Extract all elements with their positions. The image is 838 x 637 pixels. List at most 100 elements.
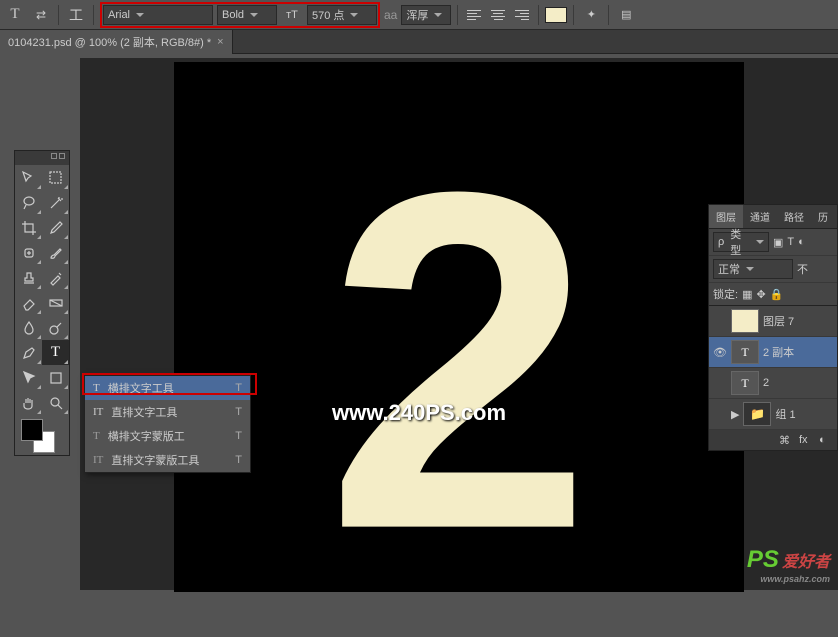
- stamp-tool[interactable]: [15, 265, 42, 290]
- flyout-vertical-type[interactable]: IT 直排文字工具 T: [85, 400, 250, 424]
- layer-name: 2: [763, 377, 769, 389]
- opacity-label: 不: [797, 261, 808, 277]
- flyout-item-label: 横排文字蒙版工: [108, 428, 185, 444]
- eyedropper-tool[interactable]: [42, 215, 69, 240]
- flyout-vertical-mask[interactable]: IT 直排文字蒙版工具 T: [85, 448, 250, 472]
- font-family-value: Arial: [108, 9, 130, 21]
- marquee-tool[interactable]: [42, 165, 69, 190]
- layer-name: 组 1: [775, 406, 795, 422]
- font-style-dropdown[interactable]: Bold: [217, 5, 277, 25]
- layer-thumb: 📁: [743, 402, 771, 426]
- path-select-tool[interactable]: [15, 365, 42, 390]
- visibility-toggle[interactable]: [713, 314, 727, 328]
- layers-footer: ⌘ fx ◐: [709, 430, 837, 450]
- warp-text-icon[interactable]: ✦: [580, 4, 602, 26]
- pen-tool[interactable]: [15, 340, 42, 365]
- tab-paths[interactable]: 路径: [777, 205, 811, 228]
- visibility-toggle[interactable]: 👁: [713, 345, 727, 359]
- text-tool-icon[interactable]: T: [4, 4, 26, 26]
- blend-mode-dropdown[interactable]: 正常: [713, 259, 793, 279]
- layer-kind-dropdown[interactable]: ρ类型: [713, 232, 769, 252]
- move-tool[interactable]: [15, 165, 42, 190]
- logo-ps: PS: [747, 546, 779, 573]
- layers-panel-tabs: 图层 通道 路径 历: [709, 205, 837, 229]
- site-logo: PS 爱好者 www.psahz.com: [747, 546, 830, 584]
- layer-filter-row: ρ类型 ▣ T ◐: [709, 229, 837, 256]
- layer-row[interactable]: 图层 7: [709, 306, 837, 337]
- antialias-dropdown[interactable]: 浑厚: [401, 5, 451, 25]
- gradient-tool[interactable]: [42, 290, 69, 315]
- layer-thumb: [731, 309, 759, 333]
- lasso-tool[interactable]: [15, 190, 42, 215]
- shape-tool[interactable]: [42, 365, 69, 390]
- brush-tool[interactable]: [42, 240, 69, 265]
- align-center-button[interactable]: [488, 6, 508, 24]
- layers-panel: 图层 通道 路径 历 ρ类型 ▣ T ◐ 正常 不 锁定: ▦ ✥ 🔒 图层 7…: [708, 204, 838, 451]
- history-brush-tool[interactable]: [42, 265, 69, 290]
- tab-channels[interactable]: 通道: [743, 205, 777, 228]
- character-panel-icon[interactable]: ▤: [615, 4, 637, 26]
- layer-name: 图层 7: [763, 313, 794, 329]
- eraser-tool[interactable]: [15, 290, 42, 315]
- tab-history[interactable]: 历: [811, 205, 835, 228]
- canvas[interactable]: 2: [174, 62, 744, 592]
- filter-icon[interactable]: ◐: [798, 236, 805, 248]
- tab-layers[interactable]: 图层: [709, 205, 743, 228]
- font-family-dropdown[interactable]: Arial: [103, 5, 213, 25]
- blur-tool[interactable]: [15, 315, 42, 340]
- wand-tool[interactable]: [42, 190, 69, 215]
- text-color-swatch[interactable]: [545, 7, 567, 23]
- mask-icon[interactable]: ◐: [819, 434, 833, 446]
- options-bar: T ⇄ 工 Arial Bold тT 570 点 aa 浑厚 ✦ ▤: [0, 0, 838, 30]
- color-swatches[interactable]: [15, 415, 69, 455]
- filter-icon[interactable]: ▣: [773, 236, 783, 249]
- flyout-shortcut: T: [235, 382, 242, 394]
- layer-thumb: T: [731, 371, 759, 395]
- layer-row[interactable]: T 2: [709, 368, 837, 399]
- close-tab-icon[interactable]: ×: [217, 36, 223, 48]
- antialias-value: 浑厚: [406, 7, 428, 23]
- canvas-text-glyph: 2: [326, 84, 593, 637]
- tools-panel-header[interactable]: [15, 151, 69, 165]
- logo-cn: 爱好者: [782, 554, 830, 571]
- flyout-horizontal-type[interactable]: T 横排文字工具 T: [85, 376, 250, 400]
- type-tool[interactable]: T: [42, 340, 69, 365]
- flyout-shortcut: T: [235, 454, 242, 466]
- flyout-shortcut: T: [235, 406, 242, 418]
- filter-icon[interactable]: T: [787, 236, 794, 248]
- align-left-button[interactable]: [464, 6, 484, 24]
- flyout-horizontal-mask[interactable]: T 横排文字蒙版工 T: [85, 424, 250, 448]
- lock-pixels-icon[interactable]: ▦: [742, 288, 752, 301]
- layer-row[interactable]: 👁 T 2 副本: [709, 337, 837, 368]
- tools-panel: T: [14, 150, 70, 456]
- layer-thumb: T: [731, 340, 759, 364]
- foreground-swatch[interactable]: [21, 419, 43, 441]
- antialias-label: aa: [384, 8, 397, 22]
- heal-tool[interactable]: [15, 240, 42, 265]
- flyout-item-label: 直排文字工具: [111, 404, 177, 420]
- layer-row[interactable]: ▶ 📁 组 1: [709, 399, 837, 430]
- crop-tool[interactable]: [15, 215, 42, 240]
- lock-label: 锁定:: [713, 286, 738, 302]
- lock-position-icon[interactable]: ✥: [756, 288, 765, 301]
- expand-icon[interactable]: ▶: [731, 408, 739, 421]
- link-layers-icon[interactable]: ⌘: [779, 434, 793, 446]
- align-right-button[interactable]: [512, 6, 532, 24]
- document-tab[interactable]: 0104231.psd @ 100% (2 副本, RGB/8#) * ×: [0, 30, 233, 54]
- document-tab-title: 0104231.psd @ 100% (2 副本, RGB/8#) *: [8, 34, 211, 50]
- font-size-dropdown[interactable]: 570 点: [307, 5, 377, 25]
- layer-name: 2 副本: [763, 344, 794, 360]
- swap-orientation-icon[interactable]: ⇄: [30, 4, 52, 26]
- font-style-value: Bold: [222, 9, 244, 21]
- lock-all-icon[interactable]: 🔒: [770, 288, 784, 301]
- dodge-tool[interactable]: [42, 315, 69, 340]
- zoom-tool[interactable]: [42, 390, 69, 415]
- type-tool-flyout: T 横排文字工具 T IT 直排文字工具 T T 横排文字蒙版工 T IT 直排…: [84, 375, 251, 473]
- hand-tool[interactable]: [15, 390, 42, 415]
- vertical-text-icon[interactable]: 工: [65, 4, 87, 26]
- lock-row: 锁定: ▦ ✥ 🔒: [709, 283, 837, 306]
- visibility-toggle[interactable]: [713, 407, 727, 421]
- fx-icon[interactable]: fx: [799, 434, 813, 446]
- logo-url: www.psahz.com: [747, 574, 830, 584]
- visibility-toggle[interactable]: [713, 376, 727, 390]
